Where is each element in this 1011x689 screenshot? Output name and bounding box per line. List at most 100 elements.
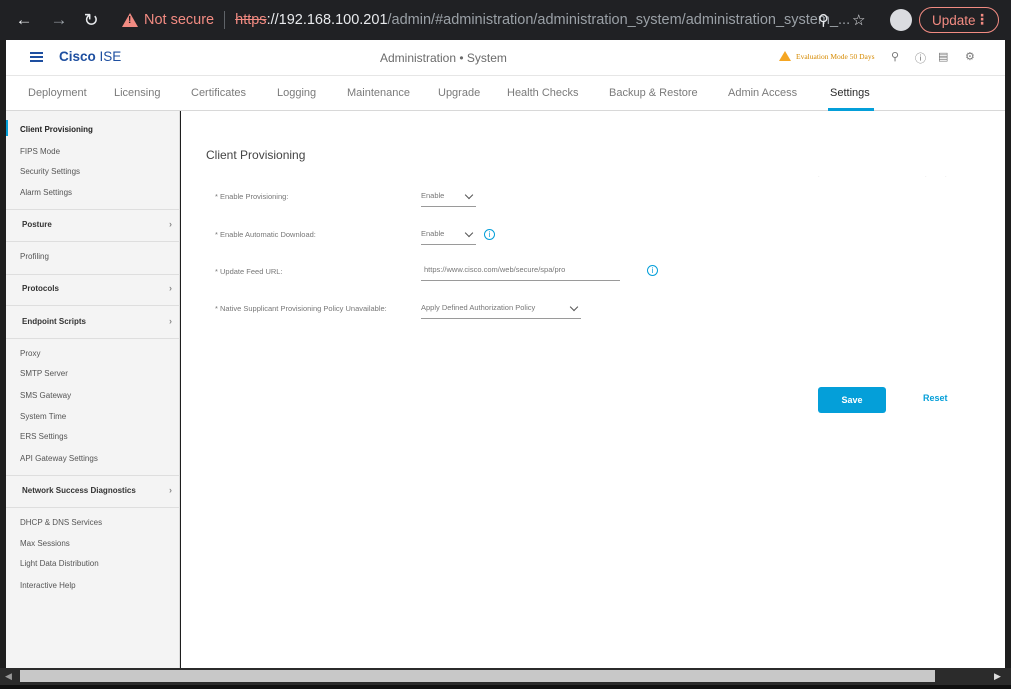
sidebar-item-light-data-distribution[interactable]: Light Data Distribution bbox=[6, 559, 180, 568]
evaluation-notice[interactable]: Evaluation Mode 50 Days bbox=[779, 51, 875, 61]
tab-health-checks[interactable]: Health Checks bbox=[507, 87, 579, 99]
update-label: Update bbox=[932, 12, 976, 28]
screen: ← → ↻ Not secure https://192.168.100.201… bbox=[0, 0, 1011, 689]
tab-certificates[interactable]: Certificates bbox=[191, 87, 246, 99]
app-header: Cisco ISE Administration • System Evalua… bbox=[6, 40, 1005, 76]
save-button[interactable]: Save bbox=[818, 387, 886, 413]
info-icon[interactable]: i bbox=[647, 265, 658, 276]
sidebar-item-security-settings[interactable]: Security Settings bbox=[6, 167, 180, 176]
sidebar-item-label: Network Success Diagnostics bbox=[22, 486, 136, 495]
sidebar-item-api-gateway-settings[interactable]: API Gateway Settings bbox=[6, 454, 180, 463]
sidebar-item-max-sessions[interactable]: Max Sessions bbox=[6, 539, 180, 548]
enable-provisioning-select[interactable]: Enable bbox=[421, 185, 476, 207]
page-title: Client Provisioning bbox=[206, 148, 306, 162]
url-host: ://192.168.100.201 bbox=[266, 12, 388, 28]
profile-avatar[interactable] bbox=[890, 9, 912, 31]
chevron-right-icon: › bbox=[169, 219, 172, 229]
sidebar-item-client-provisioning[interactable]: Client Provisioning bbox=[6, 125, 180, 134]
horizontal-scrollbar[interactable]: ◀ ▶ bbox=[0, 668, 1011, 685]
url-protocol: https bbox=[235, 12, 267, 28]
kebab-menu-icon[interactable]: ⋮ bbox=[975, 11, 989, 28]
sidebar-item-ers-settings[interactable]: ERS Settings bbox=[6, 432, 180, 441]
brand-logo[interactable]: Cisco ISE bbox=[59, 49, 121, 64]
faint-mark: . bbox=[818, 173, 820, 179]
sidebar-divider bbox=[6, 475, 180, 476]
reset-button[interactable]: Reset bbox=[923, 393, 948, 403]
main-content: Client Provisioning * Enable Provisionin… bbox=[181, 111, 1005, 668]
chevron-down-icon bbox=[464, 190, 474, 200]
address-divider bbox=[224, 11, 226, 29]
reload-icon[interactable]: ↻ bbox=[80, 9, 102, 31]
sidebar-item-label: Protocols bbox=[22, 284, 59, 293]
tab-admin-access[interactable]: Admin Access bbox=[728, 87, 797, 99]
sidebar-item-endpoint-scripts[interactable]: Endpoint Scripts › bbox=[6, 316, 180, 326]
info-icon[interactable]: i bbox=[484, 229, 495, 240]
tab-maintenance[interactable]: Maintenance bbox=[347, 87, 410, 99]
faint-mark: . bbox=[945, 173, 947, 179]
url-path: /admin/#administration/administration_sy… bbox=[387, 12, 851, 28]
tab-upgrade[interactable]: Upgrade bbox=[438, 87, 480, 99]
address-bar[interactable]: Not secure https://192.168.100.201/admin… bbox=[112, 6, 882, 34]
security-status[interactable]: Not secure bbox=[144, 12, 214, 28]
sidebar-item-alarm-settings[interactable]: Alarm Settings bbox=[6, 188, 180, 197]
sidebar-item-protocols[interactable]: Protocols › bbox=[6, 283, 180, 293]
zoom-icon[interactable]: ⚲ bbox=[818, 11, 829, 29]
sidebar-item-label: Endpoint Scripts bbox=[22, 317, 86, 326]
sidebar-item-profiling[interactable]: Profiling bbox=[6, 252, 180, 261]
sidebar-item-system-time[interactable]: System Time bbox=[6, 412, 180, 421]
sidebar-item-dhcp-dns-services[interactable]: DHCP & DNS Services bbox=[6, 518, 180, 527]
scroll-right-icon[interactable]: ▶ bbox=[994, 671, 1001, 682]
sidebar-divider bbox=[6, 209, 180, 210]
warning-icon bbox=[779, 51, 791, 61]
dashboard-icon[interactable]: ▤ bbox=[938, 50, 948, 63]
tab-bar: Deployment Licensing Certificates Loggin… bbox=[6, 76, 1005, 111]
select-value: Enable bbox=[421, 191, 445, 200]
tab-settings[interactable]: Settings bbox=[830, 87, 870, 99]
search-icon[interactable]: ⚲ bbox=[891, 50, 899, 63]
brand-bold: Cisco bbox=[59, 49, 96, 64]
tab-backup-restore[interactable]: Backup & Restore bbox=[609, 87, 698, 99]
chevron-right-icon: › bbox=[169, 283, 172, 293]
help-icon[interactable]: ⓘ bbox=[915, 50, 926, 66]
select-value: Apply Defined Authorization Policy bbox=[421, 303, 536, 312]
sidebar-item-fips-mode[interactable]: FIPS Mode bbox=[6, 147, 180, 156]
warning-triangle-icon bbox=[122, 13, 138, 27]
page-section-title: Administration • System bbox=[380, 51, 507, 65]
chevron-down-icon bbox=[569, 302, 579, 312]
sidebar-item-interactive-help[interactable]: Interactive Help bbox=[6, 581, 180, 590]
faint-mark: . bbox=[925, 173, 927, 179]
update-button[interactable]: Update ⋮ bbox=[919, 7, 999, 33]
settings-sidebar: Client Provisioning FIPS Mode Security S… bbox=[6, 111, 180, 668]
sidebar-item-smtp-server[interactable]: SMTP Server bbox=[6, 369, 180, 378]
scroll-left-icon[interactable]: ◀ bbox=[5, 671, 12, 682]
url-text[interactable]: https://192.168.100.201/admin/#administr… bbox=[235, 12, 850, 28]
bookmark-star-icon[interactable]: ☆ bbox=[852, 11, 865, 29]
chevron-right-icon: › bbox=[169, 485, 172, 495]
enable-automatic-download-select[interactable]: Enable bbox=[421, 223, 476, 245]
sidebar-divider bbox=[6, 338, 180, 339]
browser-toolbar: ← → ↻ Not secure https://192.168.100.201… bbox=[0, 0, 1011, 40]
scrollbar-thumb[interactable] bbox=[20, 670, 935, 682]
tab-deployment[interactable]: Deployment bbox=[28, 87, 87, 99]
hamburger-menu-icon[interactable] bbox=[30, 52, 43, 62]
sidebar-divider bbox=[6, 305, 180, 306]
native-supplicant-policy-label: * Native Supplicant Provisioning Policy … bbox=[215, 304, 387, 313]
sidebar-divider bbox=[6, 507, 180, 508]
native-supplicant-policy-select[interactable]: Apply Defined Authorization Policy bbox=[421, 297, 581, 319]
sidebar-item-proxy[interactable]: Proxy bbox=[6, 349, 180, 358]
tab-licensing[interactable]: Licensing bbox=[114, 87, 160, 99]
update-feed-url-input[interactable]: https://www.cisco.com/web/secure/spa/pro bbox=[421, 259, 620, 281]
forward-arrow-icon[interactable]: → bbox=[48, 9, 70, 31]
back-arrow-icon[interactable]: ← bbox=[13, 9, 35, 31]
gear-icon[interactable]: ⚙ bbox=[965, 50, 975, 63]
select-value: Enable bbox=[421, 229, 445, 238]
enable-automatic-download-label: * Enable Automatic Download: bbox=[215, 230, 316, 239]
sidebar-item-sms-gateway[interactable]: SMS Gateway bbox=[6, 391, 180, 400]
chevron-right-icon: › bbox=[169, 316, 172, 326]
chevron-down-icon bbox=[464, 228, 474, 238]
tab-logging[interactable]: Logging bbox=[277, 87, 316, 99]
sidebar-item-network-success-diagnostics[interactable]: Network Success Diagnostics › bbox=[6, 485, 180, 495]
sidebar-item-posture[interactable]: Posture › bbox=[6, 219, 180, 229]
sidebar-divider bbox=[6, 274, 180, 275]
bottom-strip bbox=[0, 685, 1011, 689]
